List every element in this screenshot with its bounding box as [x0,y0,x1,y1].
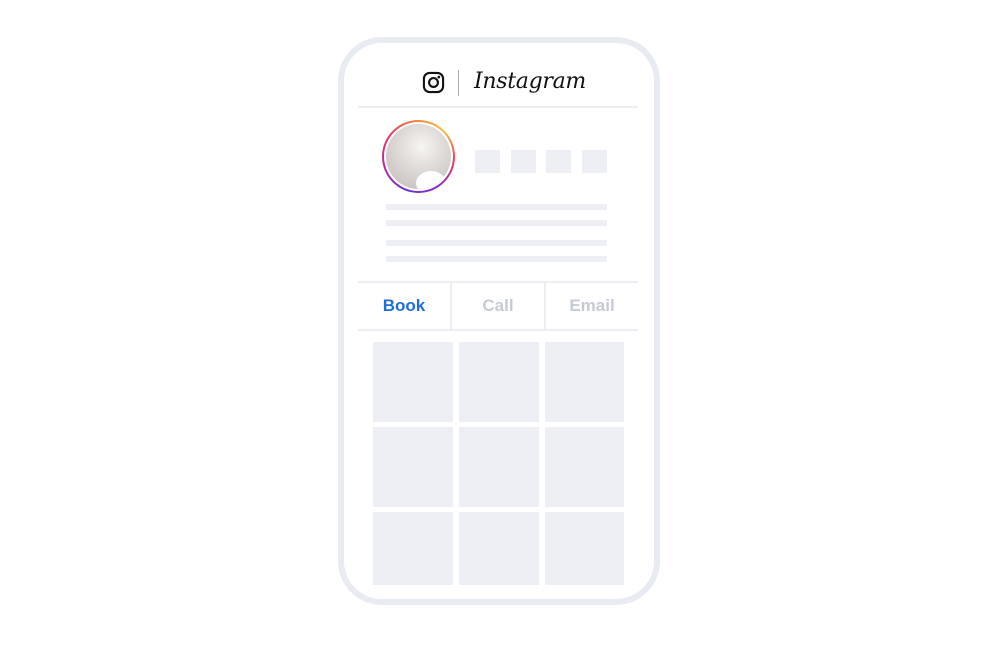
action-bar: Book Call Email [358,281,638,331]
app-header: Instagram [358,43,638,108]
avatar-image [386,124,451,189]
post-tile[interactable] [373,427,453,507]
post-tile[interactable] [545,342,624,422]
post-tile[interactable] [459,512,539,585]
stat-placeholder [546,150,571,173]
email-button[interactable]: Email [544,283,638,329]
avatar-ring-gap [384,122,453,191]
post-tile[interactable] [545,427,624,507]
post-tile[interactable] [459,342,539,422]
stat-placeholder [511,150,536,173]
bio-placeholder-line [386,220,607,226]
call-button[interactable]: Call [450,283,544,329]
stat-placeholder [475,150,500,173]
post-tile[interactable] [545,512,624,585]
stat-placeholder [582,150,607,173]
instagram-icon [422,71,445,94]
post-tile[interactable] [373,512,453,585]
book-button[interactable]: Book [358,283,450,329]
post-tile[interactable] [373,342,453,422]
bio-placeholder-line [386,240,607,246]
post-tile[interactable] [459,427,539,507]
post-grid [373,342,624,585]
bio-placeholder-line [386,256,607,262]
phone-frame: Instagram Book Call Email [338,37,660,605]
avatar-highlight [416,171,446,189]
header-divider [458,70,459,96]
instagram-wordmark: Instagram [474,69,586,94]
profile-avatar[interactable] [382,120,455,193]
bio-placeholder-line [386,204,607,210]
